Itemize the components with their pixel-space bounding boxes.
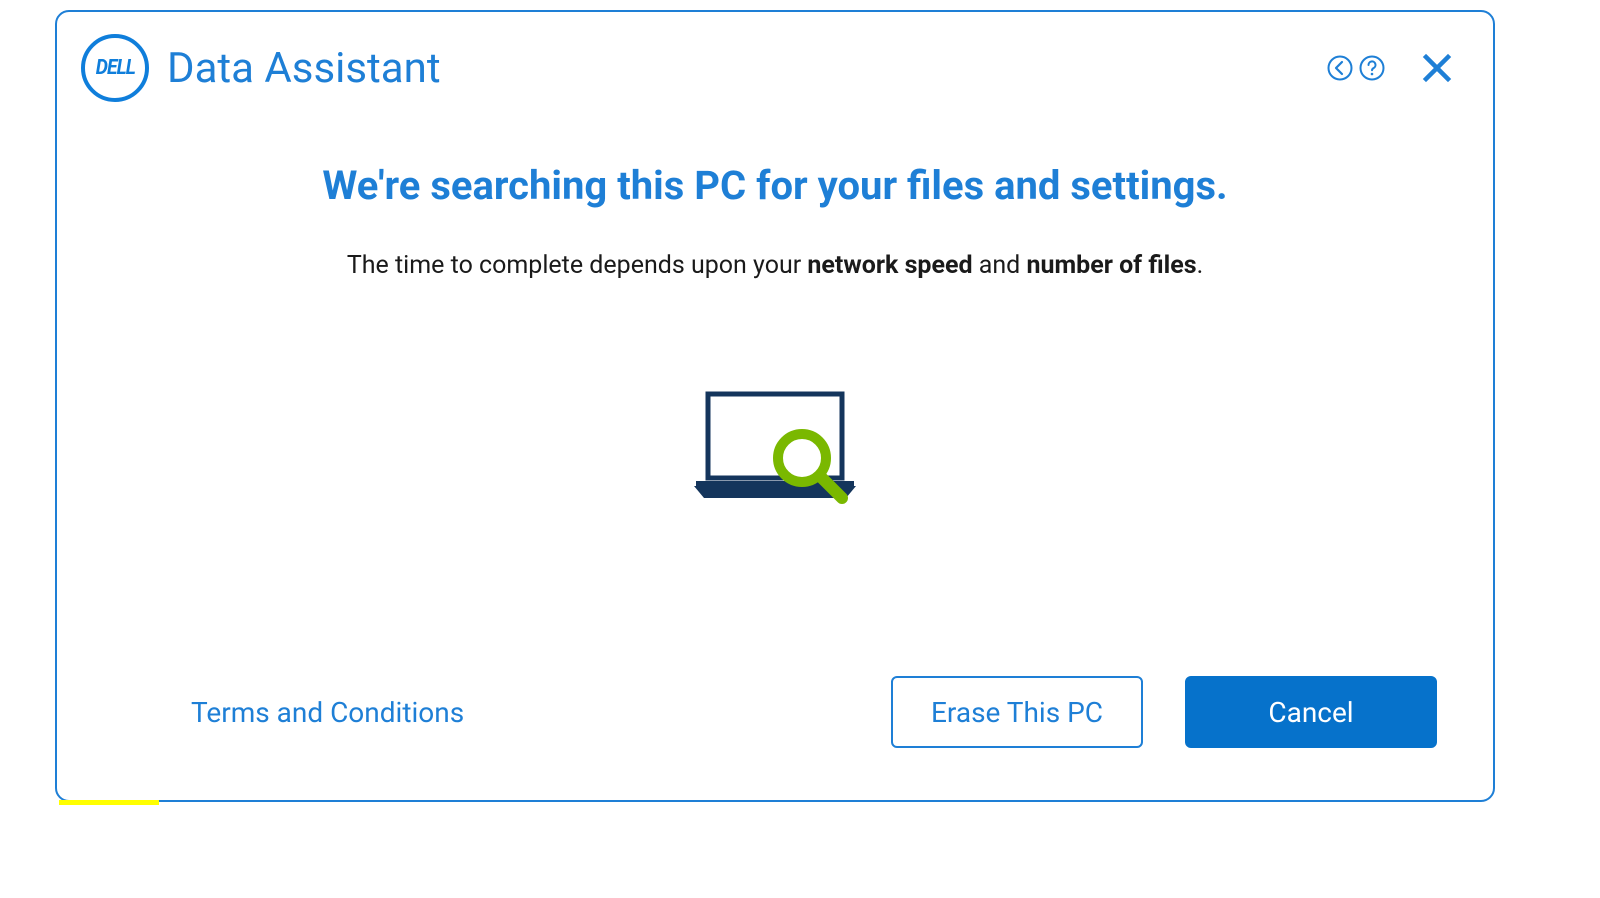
- highlight-line: [59, 800, 159, 805]
- subtext-bold: network speed: [807, 251, 972, 280]
- page-subtext: The time to complete depends upon your n…: [347, 251, 1203, 280]
- subtext-part: The time to complete depends upon your: [347, 251, 808, 280]
- dell-logo-icon: DELL: [81, 34, 149, 102]
- dell-logo-text: DELL: [95, 56, 134, 80]
- subtext-part: and: [973, 251, 1027, 280]
- header: DELL Data Assistant: [57, 12, 1493, 102]
- subtext-part: .: [1197, 251, 1204, 280]
- subtext-bold: number of files: [1026, 251, 1196, 280]
- help-icon[interactable]: [1357, 53, 1387, 83]
- back-icon[interactable]: [1325, 53, 1355, 83]
- app-window: DELL Data Assistant: [55, 10, 1495, 802]
- app-title: Data Assistant: [167, 44, 441, 93]
- terms-link[interactable]: Terms and Conditions: [191, 696, 464, 729]
- header-controls: [1325, 46, 1459, 90]
- erase-button[interactable]: Erase This PC: [891, 676, 1143, 748]
- cancel-button[interactable]: Cancel: [1185, 676, 1437, 748]
- close-icon[interactable]: [1415, 46, 1459, 90]
- laptop-search-icon: [690, 390, 860, 514]
- page-heading: We're searching this PC for your files a…: [322, 162, 1227, 209]
- footer: Terms and Conditions Erase This PC Cance…: [57, 676, 1493, 800]
- main-content: We're searching this PC for your files a…: [57, 102, 1493, 676]
